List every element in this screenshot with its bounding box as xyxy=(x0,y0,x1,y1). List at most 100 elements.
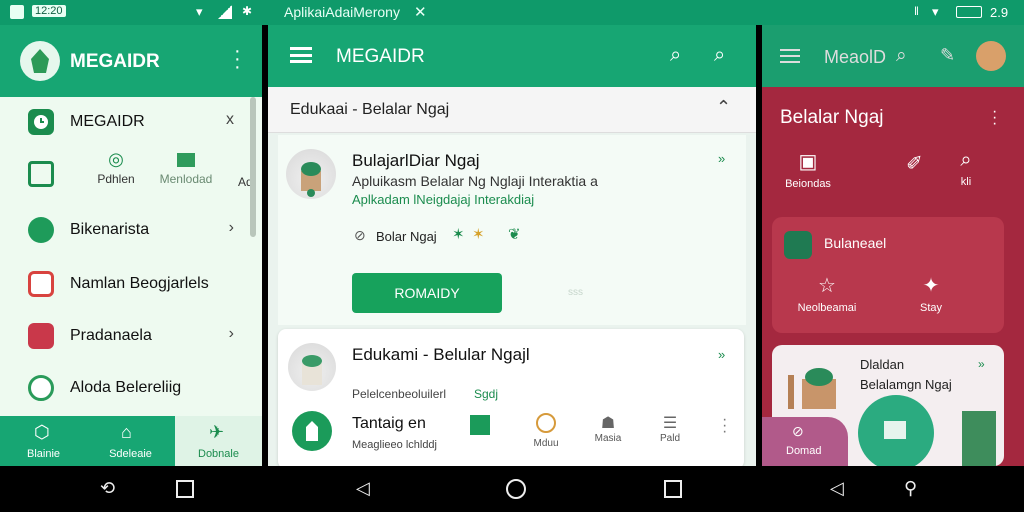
star-icon: ☆ xyxy=(818,275,836,297)
pen-icon[interactable]: ✐ xyxy=(906,151,923,176)
close-icon[interactable]: ✕ xyxy=(414,3,427,21)
status-bar: 12:20 ▾ ✱ AplikaiAdaiMerony ✕ ‖ ▾ 2.9 xyxy=(0,0,1024,25)
menu-item-bikenarista[interactable]: Bikenarista › xyxy=(18,205,244,255)
search-icon[interactable]: ⌕ xyxy=(670,44,681,67)
bottom-chip[interactable]: ⊘ Domad xyxy=(762,417,848,466)
menu-item-label: MEGAIDR xyxy=(70,113,145,130)
globe-icon xyxy=(28,217,54,243)
promo-title-2: Belalamgn Ngaj xyxy=(860,377,952,392)
sub-item-2[interactable]: Menlodad xyxy=(154,149,218,189)
card-item-label: Stay xyxy=(919,302,942,314)
sub-item-1[interactable]: ◎ Pdhlen xyxy=(86,149,146,189)
card-item-label: Neolbeamai xyxy=(797,302,857,314)
pin-icon: ◎ xyxy=(108,149,124,169)
side-title: Belalar Ngaj xyxy=(780,107,884,128)
primary-button[interactable]: ROMAIDY xyxy=(352,273,502,313)
feature-card: Bulaneael ☆ Neolbeamai ✦ Stay xyxy=(772,217,1004,333)
system-navbar: ⟲ ◁ ◁ ⚲ xyxy=(0,466,1024,512)
edit-icon[interactable]: ✎ xyxy=(940,45,955,66)
search-settings-icon[interactable]: ⌕ xyxy=(714,44,725,67)
mosque-thumbnail xyxy=(286,149,336,199)
card-title: Edukami - Belular Ngajl xyxy=(352,345,530,364)
side-text: sss xyxy=(568,287,583,298)
gear-icon xyxy=(784,231,812,259)
tab-dobnale[interactable]: ✈ Dobnale xyxy=(175,416,262,466)
book-icon xyxy=(28,323,54,349)
close-icon[interactable]: x xyxy=(226,111,234,129)
card-desc-green: Aplkadam lNeigdajaj Interakdiaj xyxy=(352,192,535,207)
search-icon[interactable]: ⌕ xyxy=(896,45,907,67)
green-square-icon xyxy=(470,415,490,435)
leaf-icon: ❦ xyxy=(508,226,521,243)
menu-item-label: Namlan Beogjarlels xyxy=(70,275,209,292)
rotate-icon[interactable]: ⟲ xyxy=(100,478,122,500)
menu-item-label: Aloda Belereliig xyxy=(70,379,182,396)
chip-label: Domad xyxy=(786,445,822,457)
tab-label: Dobnale xyxy=(198,448,239,460)
side-item-label: Beiondas xyxy=(785,178,831,190)
bottom-tabs: ⬡ Blainie ⌂ Sdeleaie ✈ Dobnale xyxy=(0,416,262,466)
share-icon[interactable]: » xyxy=(718,347,725,362)
wifi-icon: ▾ xyxy=(196,4,203,19)
card-sub: Pelelcenbeoluilerl xyxy=(352,387,447,401)
menu-item-pradanaela[interactable]: Pradanaela › xyxy=(18,311,244,361)
featured-card: BulajarlDiar Ngaj Apluikasm Belalar Ng N… xyxy=(278,135,746,325)
card-item-1[interactable]: ☆ Neolbeamai xyxy=(792,273,862,323)
more-vert-icon[interactable]: · · · xyxy=(722,412,727,440)
sub-item-label: Menlodad xyxy=(159,172,213,186)
back-icon[interactable]: ◁ xyxy=(356,478,378,500)
side-item-label: kli xyxy=(960,176,972,188)
tag-label: Bolar Ngaj xyxy=(376,229,437,244)
side-panel: MeaolD ⌕ ✎ Belalar Ngaj · · · ▣ Beiondas ✐… xyxy=(762,25,1024,471)
hamburger-icon[interactable] xyxy=(780,49,800,63)
tab-sdeleaie[interactable]: ⌂ Sdeleaie xyxy=(87,416,174,466)
book-icon-box[interactable] xyxy=(28,161,54,187)
side-item-3[interactable]: ⌕ kli xyxy=(948,149,984,205)
bluetooth-icon: ✱ xyxy=(242,4,253,18)
tab-label: Blainie xyxy=(26,448,61,460)
more-vert-icon[interactable]: · · · xyxy=(234,41,241,77)
avatar[interactable] xyxy=(976,41,1006,71)
clock-icon xyxy=(28,109,54,135)
card-item-2[interactable]: ✦ Stay xyxy=(896,273,966,323)
mail-icon xyxy=(884,421,906,439)
notification-icon xyxy=(10,5,24,19)
back-icon-2[interactable]: ◁ xyxy=(830,478,852,500)
signal-icon-right: ‖ xyxy=(914,4,919,18)
scrollbar[interactable] xyxy=(250,97,256,237)
menu-item-megaidr[interactable]: MEGAIDR x xyxy=(18,97,244,147)
tab-pald[interactable]: ☰ Pald xyxy=(650,413,690,459)
recents-icon-2[interactable] xyxy=(664,480,682,498)
tab-masia[interactable]: ☗ Masia xyxy=(588,413,628,459)
smile-icon xyxy=(28,375,54,401)
status-time-left: 12:20 xyxy=(32,5,66,17)
more-vert-icon[interactable]: · · · xyxy=(992,104,997,132)
tab-label: Pald xyxy=(659,433,680,444)
menu-item-namlan[interactable]: Namlan Beogjarlels xyxy=(18,259,244,309)
share-icon[interactable]: » xyxy=(718,151,725,166)
accessibility-icon[interactable]: ⚲ xyxy=(904,478,926,500)
share-icon[interactable]: » xyxy=(978,357,985,371)
menu-item-label: Bikenarista xyxy=(70,221,150,238)
home-icon[interactable] xyxy=(506,479,526,499)
hamburger-icon[interactable] xyxy=(290,47,312,63)
fab-button[interactable] xyxy=(858,395,934,471)
tab-blainie[interactable]: ⬡ Blainie xyxy=(0,416,87,466)
promo-title-1: Dlaldan xyxy=(860,357,905,372)
chevron-right-icon[interactable]: › xyxy=(229,325,234,343)
chevron-right-icon[interactable]: › xyxy=(229,219,234,237)
tab-mduu[interactable]: Mduu xyxy=(526,413,566,459)
row-sub: Meaglieeo lchlddj xyxy=(352,439,437,451)
side-item-1[interactable]: ▣ Beiondas xyxy=(778,149,838,205)
chevron-up-icon[interactable]: ⌃ xyxy=(716,97,731,118)
card-desc: Apluikasm Belalar Ng Nglaji Interaktia a xyxy=(352,173,598,189)
image-icon: ▣ xyxy=(798,151,818,173)
tab-label: Mduu xyxy=(533,438,559,449)
recents-icon[interactable] xyxy=(176,480,194,498)
drawer-panel: MEGAIDR · · · MEGAIDR x ◎ Pdhlen Menlodad … xyxy=(0,25,262,466)
menu-item-aloda[interactable]: Aloda Belereliig xyxy=(18,363,244,413)
mosque-illustration xyxy=(782,355,852,411)
card-title: BulajarlDiar Ngaj xyxy=(352,151,480,170)
signal-icon xyxy=(218,5,232,19)
section-header[interactable]: Edukaai - Belalar Ngaj ⌃ xyxy=(268,87,756,133)
